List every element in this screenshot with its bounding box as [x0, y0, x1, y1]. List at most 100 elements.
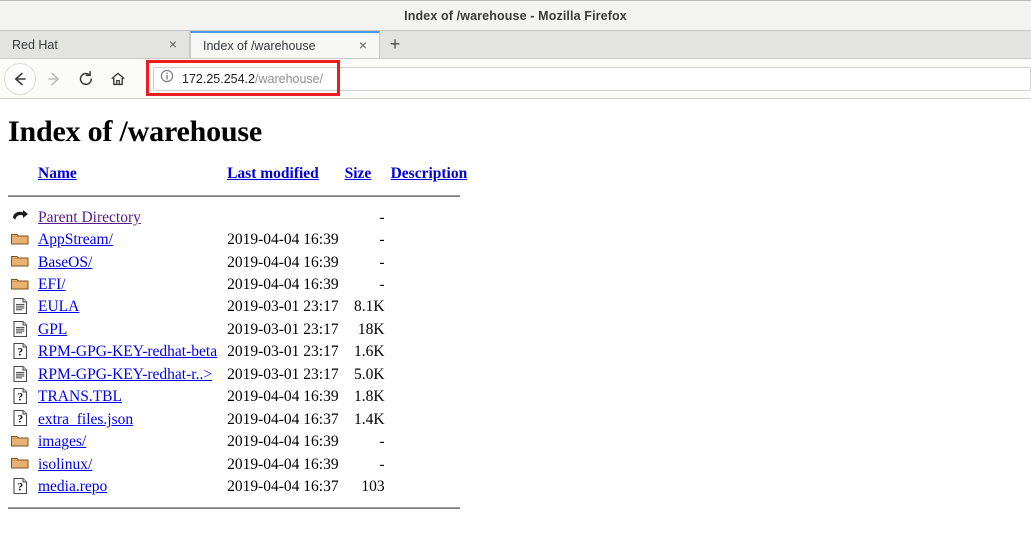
header-icon-spacer	[8, 165, 38, 186]
table-row: images/2019-04-04 16:39 -	[8, 430, 467, 452]
folder-icon	[10, 229, 30, 251]
row-size-cell: 103	[361, 477, 385, 495]
row-icon-cell	[8, 296, 38, 318]
file-link[interactable]: RPM-GPG-KEY-redhat-r..>	[38, 366, 212, 383]
row-date-cell	[227, 206, 345, 228]
page-title: Index of /warehouse	[8, 115, 262, 148]
window-titlebar: Index of /warehouse - Mozilla Firefox	[0, 0, 1031, 31]
table-row: AppStream/2019-04-04 16:39 -	[8, 228, 467, 250]
url-host: 172.25.254.2	[182, 71, 255, 86]
tab-index-of-warehouse[interactable]: Index of /warehouse ×	[190, 31, 380, 58]
text-file-icon	[10, 364, 30, 386]
unknown-file-icon: ?	[10, 386, 30, 408]
close-icon[interactable]: ×	[165, 36, 181, 53]
table-row: ? TRANS.TBL 2019-04-04 16:39 1.8K	[8, 386, 467, 408]
svg-text:?: ?	[17, 481, 23, 493]
row-date-cell: 2019-04-04 16:39	[227, 388, 339, 406]
tab-red-hat[interactable]: Red Hat ×	[0, 31, 190, 58]
header-last-modified: Last modified	[227, 165, 345, 186]
row-date-cell: 2019-03-01 23:17	[227, 365, 339, 383]
row-date-cell: 2019-04-04 16:39	[227, 433, 339, 451]
close-icon[interactable]: ×	[355, 37, 371, 54]
svg-text:?: ?	[17, 391, 23, 403]
folder-icon	[10, 251, 30, 273]
row-description-cell	[391, 363, 468, 385]
table-row: GPL 2019-03-01 23:17 18K	[8, 318, 467, 340]
file-link[interactable]: RPM-GPG-KEY-redhat-beta	[38, 343, 217, 360]
sort-by-size-link[interactable]: Size	[345, 165, 372, 182]
reload-button[interactable]	[70, 63, 102, 95]
folder-icon	[10, 453, 30, 475]
footer-rule-cell	[8, 498, 467, 509]
tab-label: Red Hat	[12, 37, 58, 52]
row-size-cell: 18K	[357, 320, 385, 338]
directory-listing-table: Name Last modified Size Description Pare…	[8, 165, 467, 509]
file-link[interactable]: Parent Directory	[38, 209, 141, 226]
table-row: isolinux/2019-04-04 16:39 -	[8, 453, 467, 475]
new-tab-button[interactable]: +	[380, 31, 410, 58]
row-icon-cell: ?	[8, 341, 38, 363]
table-row: RPM-GPG-KEY-redhat-r..> 2019-03-01 23:17 5…	[8, 363, 467, 385]
file-link[interactable]: extra_files.json	[38, 411, 133, 428]
home-button[interactable]	[102, 63, 134, 95]
info-icon[interactable]	[160, 69, 174, 88]
row-icon-cell	[8, 363, 38, 385]
row-size-cell: -	[379, 231, 385, 249]
svg-text:?: ?	[17, 346, 23, 358]
row-icon-cell: ?	[8, 475, 38, 497]
row-date-cell: 2019-04-04 16:39	[227, 253, 339, 271]
row-size-cell: 1.4K	[354, 410, 385, 428]
url-input[interactable]: 172.25.254.2/warehouse/	[153, 66, 1031, 91]
row-description-cell	[391, 296, 468, 318]
table-row: ? extra_files.json 2019-04-04 16:37 1.4K	[8, 408, 467, 430]
row-name-cell: EFI/	[38, 273, 227, 295]
sort-by-description-link[interactable]: Description	[391, 165, 468, 182]
row-description-cell	[391, 453, 468, 475]
row-date-cell: 2019-03-01 23:17	[227, 320, 339, 338]
row-name-cell: images/	[38, 430, 227, 452]
file-link[interactable]: isolinux/	[38, 456, 92, 473]
sort-by-date-link[interactable]: Last modified	[227, 165, 319, 182]
file-link[interactable]: GPL	[38, 321, 67, 338]
row-name-cell: extra_files.json	[38, 408, 227, 430]
file-link[interactable]: TRANS.TBL	[38, 388, 122, 405]
reload-icon	[77, 70, 95, 88]
file-link[interactable]: EFI/	[38, 276, 66, 293]
row-date-cell: 2019-04-04 16:39	[227, 455, 339, 473]
page-content: Index of /warehouse Name Last modified S…	[0, 99, 1031, 558]
file-link[interactable]: media.repo	[38, 478, 107, 495]
table-row: Parent Directory -	[8, 206, 467, 228]
file-link[interactable]: images/	[38, 433, 86, 450]
row-icon-cell	[8, 430, 38, 452]
home-icon	[109, 70, 127, 88]
file-link[interactable]: AppStream/	[38, 231, 113, 248]
row-description-cell	[391, 386, 468, 408]
folder-icon	[10, 431, 30, 453]
row-description-cell	[391, 341, 468, 363]
url-path: /warehouse/	[255, 71, 324, 86]
sort-by-name-link[interactable]: Name	[38, 165, 77, 182]
row-name-cell: RPM-GPG-KEY-redhat-r..>	[38, 363, 227, 385]
header-size: Size	[345, 165, 391, 186]
file-link[interactable]: EULA	[38, 298, 79, 315]
row-date-cell: 2019-04-04 16:37	[227, 477, 339, 495]
row-size-cell: -	[379, 455, 385, 473]
row-icon-cell	[8, 273, 38, 295]
table-header: Name Last modified Size Description	[8, 165, 467, 206]
row-description-cell	[391, 228, 468, 250]
row-name-cell: isolinux/	[38, 453, 227, 475]
back-button[interactable]	[4, 62, 36, 95]
navigation-toolbar: 172.25.254.2/warehouse/	[0, 59, 1031, 99]
forward-button[interactable]	[38, 63, 70, 95]
header-description: Description	[391, 165, 468, 186]
file-link[interactable]: BaseOS/	[38, 254, 92, 271]
row-icon-cell	[8, 206, 38, 228]
row-icon-cell	[8, 453, 38, 475]
row-date-cell: 2019-04-04 16:39	[227, 231, 339, 249]
parent-directory-icon	[10, 206, 30, 228]
svg-text:?: ?	[17, 414, 23, 426]
row-size-cell: -	[379, 208, 385, 226]
folder-icon	[10, 274, 30, 296]
unknown-file-icon: ?	[10, 341, 30, 363]
unknown-file-icon: ?	[10, 476, 30, 498]
